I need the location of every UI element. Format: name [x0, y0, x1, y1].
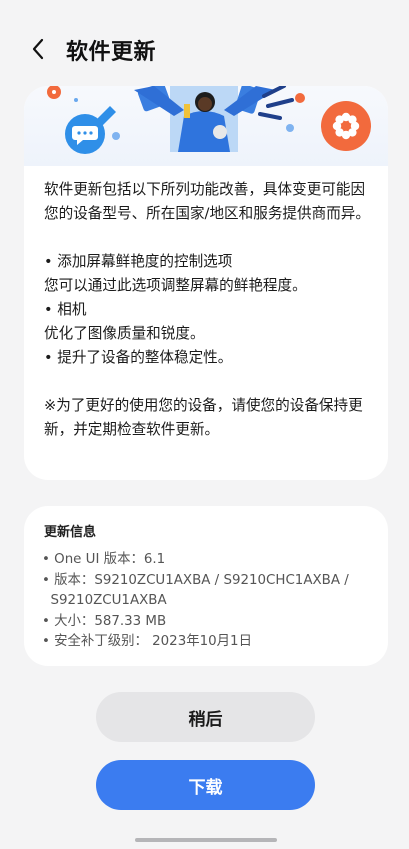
- release-item: • 相机: [44, 301, 87, 318]
- release-item: 您可以通过此选项调整屏幕的鲜艳程度。: [44, 277, 307, 294]
- release-item: • 提升了设备的整体稳定性。: [44, 349, 233, 366]
- update-illustration: [24, 86, 388, 166]
- back-button[interactable]: [24, 34, 52, 64]
- release-note: ※为了更好的使用您的设备，请使您的设备保持更新，并定期检查软件更新。: [44, 397, 363, 438]
- release-item: 优化了图像质量和锐度。: [44, 325, 205, 342]
- download-button[interactable]: 下载: [96, 760, 315, 810]
- page-title: 软件更新: [66, 40, 157, 65]
- info-one-ui-version: • One UI 版本：6.1: [42, 552, 166, 567]
- update-info-list: • One UI 版本：6.1 • 版本：S9210ZCU1AXBA / S92…: [42, 550, 372, 653]
- release-item: • 添加屏幕鲜艳度的控制选项: [44, 253, 233, 270]
- chevron-left-icon: [32, 38, 44, 60]
- info-build-version: • 版本：S9210ZCU1AXBA / S9210CHC1AXBA /: [42, 572, 349, 588]
- app-header: 软件更新: [0, 0, 409, 90]
- update-info-title: 更新信息: [44, 525, 97, 540]
- later-button[interactable]: 稍后: [96, 692, 315, 742]
- release-notes-text: 软件更新包括以下所列功能改善，具体变更可能因您的设备型号、所在国家/地区和服务提…: [44, 178, 374, 442]
- info-size: • 大小：587.33 MB: [42, 613, 167, 629]
- info-build-version-cont: S9210ZCU1AXBA: [42, 593, 167, 608]
- home-indicator[interactable]: [135, 838, 277, 842]
- info-security-patch: • 安全补丁级别： 2023年10月1日: [42, 634, 252, 649]
- update-info-card: 更新信息 • One UI 版本：6.1 • 版本：S9210ZCU1AXBA …: [24, 506, 388, 666]
- release-notes-card: 软件更新包括以下所列功能改善，具体变更可能因您的设备型号、所在国家/地区和服务提…: [24, 86, 388, 480]
- release-intro: 软件更新包括以下所列功能改善，具体变更可能因您的设备型号、所在国家/地区和服务提…: [44, 181, 370, 222]
- illustration-graphic: [47, 86, 371, 154]
